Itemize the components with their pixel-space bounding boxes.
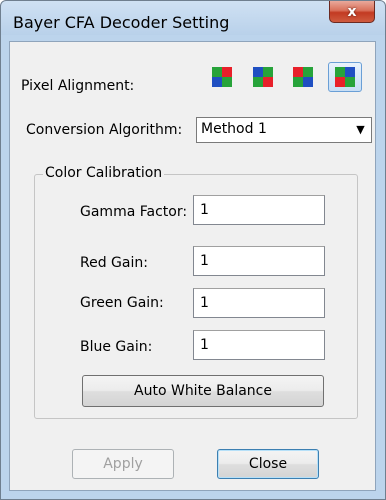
green-gain-input[interactable] (193, 288, 325, 318)
conversion-algorithm-select[interactable]: Method 1 ▼ (196, 117, 372, 143)
red-gain-label: Red Gain: (80, 255, 148, 271)
green-gain-label: Green Gain: (80, 295, 164, 311)
title-bar[interactable]: Bayer CFA Decoder Setting x (1, 1, 385, 41)
close-button[interactable]: Close (217, 449, 319, 479)
dialog-window: Bayer CFA Decoder Setting x Pixel Alignm… (0, 0, 386, 500)
apply-button[interactable]: Apply (72, 449, 174, 479)
close-icon: x (347, 3, 357, 20)
conversion-algorithm-value: Method 1 (201, 121, 267, 137)
red-gain-input[interactable] (193, 246, 325, 276)
dialog-body: Pixel Alignment: Conversion Algorithm: M… (9, 41, 376, 491)
window-title: Bayer CFA Decoder Setting (13, 13, 230, 32)
conversion-algorithm-label: Conversion Algorithm: (26, 122, 183, 138)
color-calibration-title: Color Calibration (43, 165, 165, 181)
blue-gain-input[interactable] (193, 330, 325, 360)
blue-gain-label: Blue Gain: (80, 339, 153, 355)
bayer-pattern-rggb-icon[interactable] (293, 67, 313, 87)
pixel-alignment-label: Pixel Alignment: (21, 78, 135, 94)
dropdown-arrow-icon[interactable]: ▼ (352, 120, 369, 138)
gamma-factor-input[interactable] (193, 195, 325, 225)
bayer-pattern-grbg-icon[interactable] (212, 67, 232, 87)
window-close-button[interactable]: x (329, 1, 375, 23)
bayer-pattern-gbrg-icon[interactable] (335, 67, 355, 87)
auto-white-balance-button[interactable]: Auto White Balance (82, 375, 324, 407)
gamma-factor-label: Gamma Factor: (80, 204, 188, 220)
bayer-pattern-bggr-icon[interactable] (253, 67, 273, 87)
